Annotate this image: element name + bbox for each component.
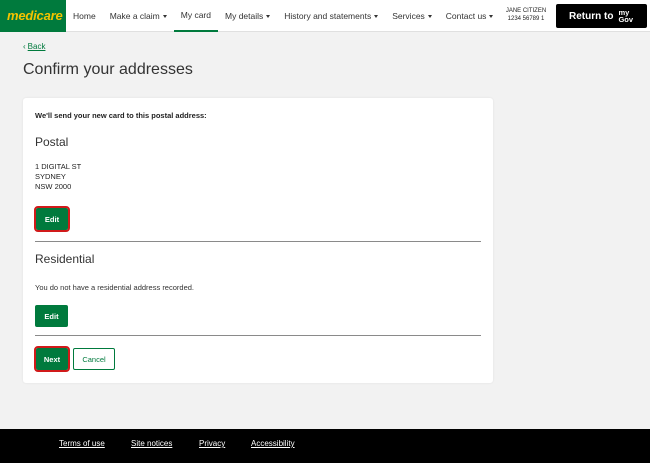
nav-history-label: History and statements <box>284 11 372 21</box>
main-nav: Home Make a claim My card My details His… <box>66 0 500 32</box>
caret-down-icon <box>374 14 379 18</box>
back-link[interactable]: ‹ Back <box>23 42 45 51</box>
postal-address-line: 1 DIGITAL ST <box>35 162 82 171</box>
site-footer: Terms of use Site notices Privacy Access… <box>0 429 650 463</box>
back-label: Back <box>27 42 46 51</box>
site-header: medicare Home Make a claim My card My de… <box>0 0 650 32</box>
nav-contact-us[interactable]: Contact us <box>439 0 501 32</box>
nav-home-label: Home <box>73 11 96 21</box>
postal-heading: Postal <box>35 135 69 149</box>
user-medicare-number: 1234 56789 1 <box>507 16 545 22</box>
nav-services[interactable]: Services <box>385 0 439 32</box>
postal-address-line: NSW 2000 <box>35 182 72 191</box>
caret-down-icon <box>162 14 167 18</box>
user-name: JANE CITIZEN <box>505 8 547 14</box>
chevron-left-icon: ‹ <box>23 42 26 51</box>
nav-history-and-statements[interactable]: History and statements <box>277 0 385 32</box>
footer-link-accessibility[interactable]: Accessibility <box>251 439 295 448</box>
section-divider <box>35 241 481 242</box>
nav-home[interactable]: Home <box>66 0 103 32</box>
residential-edit-button[interactable]: Edit <box>35 305 68 327</box>
logo-text: medicare <box>7 8 63 23</box>
postal-edit-button[interactable]: Edit <box>34 206 70 232</box>
section-divider <box>35 335 481 336</box>
footer-link-terms[interactable]: Terms of use <box>59 439 105 448</box>
postal-address-line: SYDNEY <box>35 172 66 181</box>
postal-address: 1 DIGITAL ST SYDNEY NSW 2000 <box>35 162 81 192</box>
nav-services-label: Services <box>392 11 425 21</box>
user-info: JANE CITIZEN 1234 56789 1 <box>504 7 548 23</box>
postal-intro-text: We'll send your new card to this postal … <box>35 111 207 120</box>
footer-link-privacy[interactable]: Privacy <box>199 439 225 448</box>
nav-my-card-label: My card <box>180 10 211 20</box>
nav-my-details[interactable]: My details <box>218 0 277 32</box>
medicare-logo[interactable]: medicare <box>0 0 66 32</box>
return-to-mygov-button[interactable]: Return to my Gov <box>556 4 647 28</box>
address-card: We'll send your new card to this postal … <box>23 98 493 383</box>
nav-my-card[interactable]: My card <box>173 0 218 32</box>
next-button[interactable]: Next <box>34 346 70 372</box>
mygov-logo-bottom: Gov <box>618 15 634 24</box>
residential-note: You do not have a residential address re… <box>35 283 194 292</box>
nav-contact-us-label: Contact us <box>445 11 487 21</box>
page-title: Confirm your addresses <box>23 61 193 78</box>
footer-link-site-notices[interactable]: Site notices <box>131 439 172 448</box>
caret-down-icon <box>489 14 494 18</box>
mygov-logo: my Gov <box>618 9 634 24</box>
residential-heading: Residential <box>35 252 95 266</box>
nav-my-details-label: My details <box>225 11 264 21</box>
caret-down-icon <box>266 14 271 18</box>
caret-down-icon <box>427 14 432 18</box>
cancel-button[interactable]: Cancel <box>73 348 115 370</box>
return-to-label: Return to <box>569 10 614 22</box>
nav-make-a-claim-label: Make a claim <box>109 11 160 21</box>
nav-make-a-claim[interactable]: Make a claim <box>103 0 174 32</box>
